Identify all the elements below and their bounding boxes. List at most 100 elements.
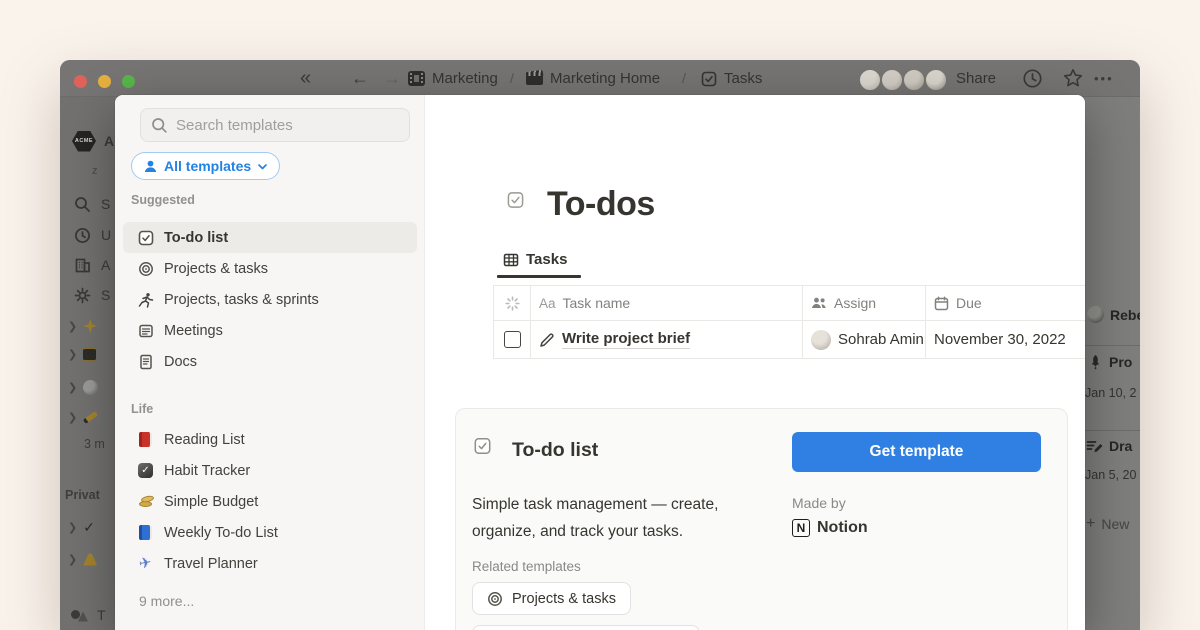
template-item-projects-tasks-sprints[interactable]: Projects, tasks & sprints [123, 284, 417, 315]
template-item-travel-planner[interactable]: ✈ Travel Planner [123, 548, 417, 579]
template-filter-dropdown[interactable]: All templates [131, 152, 280, 180]
more-options-icon[interactable]: ••• [1094, 60, 1114, 97]
publisher-name: Notion [817, 519, 868, 537]
collapse-sidebar-icon[interactable]: « [300, 60, 311, 97]
templates-shapes-icon [71, 608, 88, 623]
search-icon [151, 117, 168, 134]
template-item-reading-list[interactable]: Reading List [123, 424, 417, 455]
check-mark-emoji-icon: ✓ [83, 519, 95, 536]
template-description: Simple task management — create, organiz… [472, 491, 734, 545]
get-template-button[interactable]: Get template [792, 432, 1041, 472]
column-header-due[interactable]: Due [925, 286, 1085, 320]
search-icon [74, 196, 91, 213]
more-templates-link[interactable]: 9 more... [139, 593, 194, 609]
money-icon [137, 493, 154, 510]
checkbox-icon [137, 229, 154, 246]
minimize-window-button[interactable] [98, 75, 111, 88]
collaborator-avatar[interactable] [902, 68, 926, 92]
template-item-docs[interactable]: Docs [123, 346, 417, 377]
building-icon [74, 257, 91, 274]
person-avatar [1087, 306, 1104, 323]
collaborator-avatar[interactable] [924, 68, 948, 92]
template-item-label: To-do list [164, 230, 228, 246]
table-row: Write project brief Sohrab Amin November… [493, 320, 1085, 359]
template-item-label: Projects, tasks & sprints [164, 292, 319, 308]
spinner-icon [505, 296, 520, 311]
chevron-right-icon: ❯ [68, 348, 77, 361]
table-header-row: Aa Task name Assign Due [493, 285, 1085, 320]
life-template-list: Reading List ✓ Habit Tracker Simple Budg… [123, 424, 417, 579]
runner-icon [137, 291, 154, 308]
close-window-button[interactable] [74, 75, 87, 88]
template-item-label: Habit Tracker [164, 463, 250, 479]
card-divider [1085, 345, 1140, 346]
film-frames-icon [408, 71, 425, 86]
tab-tasks[interactable]: Tasks [503, 251, 567, 268]
template-item-label: Reading List [164, 432, 245, 448]
template-item-meetings[interactable]: Meetings [123, 315, 417, 346]
publisher-row: N Notion [792, 519, 868, 537]
row-checkbox[interactable] [504, 331, 521, 348]
plus-icon: + [1086, 515, 1095, 533]
chevron-right-icon: ❯ [68, 381, 77, 394]
tab-label: Tasks [526, 251, 567, 268]
related-template-partial-button[interactable] [472, 625, 700, 630]
blue-book-icon [137, 524, 154, 541]
template-search-box[interactable] [140, 108, 410, 142]
related-template-projects-tasks-button[interactable]: Projects & tasks [472, 582, 631, 615]
section-label-suggested: Suggested [131, 193, 195, 207]
gallery-card-title: Pro [1088, 354, 1132, 370]
memo-icon [1086, 439, 1103, 454]
template-item-projects-tasks[interactable]: Projects & tasks [123, 253, 417, 284]
back-arrow-icon[interactable]: ← [351, 60, 369, 97]
template-item-todo-list[interactable]: To-do list [123, 222, 417, 253]
template-item-label: Meetings [164, 323, 223, 339]
collaborator-avatar[interactable] [858, 68, 882, 92]
template-item-simple-budget[interactable]: Simple Budget [123, 486, 417, 517]
updates-clock-icon[interactable] [1022, 68, 1043, 89]
chevron-right-icon: ❯ [68, 521, 77, 534]
breadcrumb-label: Marketing [432, 70, 498, 87]
column-header-assign[interactable]: Assign [802, 286, 925, 320]
related-templates-label: Related templates [472, 559, 581, 574]
share-button[interactable]: Share [956, 60, 996, 97]
clapperboard-icon [526, 71, 543, 86]
assignee-cell[interactable]: Sohrab Amin [802, 321, 925, 358]
template-item-habit-tracker[interactable]: ✓ Habit Tracker [123, 455, 417, 486]
section-label-life: Life [131, 402, 153, 416]
app-sidebar-dimmed: ACME A z S U A S ❯ [60, 97, 115, 630]
text-type-icon: Aa [539, 296, 556, 311]
search-templates-input[interactable] [176, 117, 386, 134]
template-item-label: Travel Planner [164, 556, 258, 572]
breadcrumb-separator: / [510, 60, 514, 97]
card-checkbox-icon [474, 437, 491, 454]
calendar-icon [934, 296, 949, 311]
row-select-cell [493, 321, 530, 358]
breadcrumb-label: Marketing Home [550, 70, 660, 87]
sparkle-emoji-icon [83, 319, 97, 333]
task-name-cell[interactable]: Write project brief [530, 321, 802, 358]
window-toolbar: « ← → Marketing / Marketing Home / [60, 60, 1140, 97]
favorite-star-icon[interactable] [1062, 67, 1084, 89]
breadcrumb-marketing-home[interactable]: Marketing Home [526, 60, 660, 97]
template-item-weekly-todo-list[interactable]: Weekly To-do List [123, 517, 417, 548]
rocket-icon [1088, 354, 1103, 370]
breadcrumb-label: Tasks [724, 70, 762, 87]
column-header-task-name[interactable]: Aa Task name [530, 286, 802, 320]
gallery-card-date: Jan 5, 20 [1085, 468, 1136, 482]
collaborator-avatar[interactable] [880, 68, 904, 92]
made-by-label: Made by [792, 495, 846, 511]
zoom-window-button[interactable] [122, 75, 135, 88]
templates-modal: All templates Suggested To-do list Proje… [115, 95, 1085, 630]
notion-logo-icon: N [792, 519, 810, 537]
breadcrumb-tasks[interactable]: Tasks [700, 60, 762, 97]
globe-emoji-icon [83, 380, 98, 395]
due-date-cell[interactable]: November 30, 2022 [925, 321, 1085, 358]
table-corner-cell [493, 286, 530, 320]
breadcrumb-marketing[interactable]: Marketing [408, 60, 498, 97]
person-meditating-emoji-icon [83, 553, 97, 566]
chevron-down-icon [257, 161, 268, 172]
forward-arrow-icon[interactable]: → [383, 60, 401, 97]
task-page-link[interactable]: Write project brief [562, 330, 690, 349]
table-view-icon [503, 252, 519, 268]
